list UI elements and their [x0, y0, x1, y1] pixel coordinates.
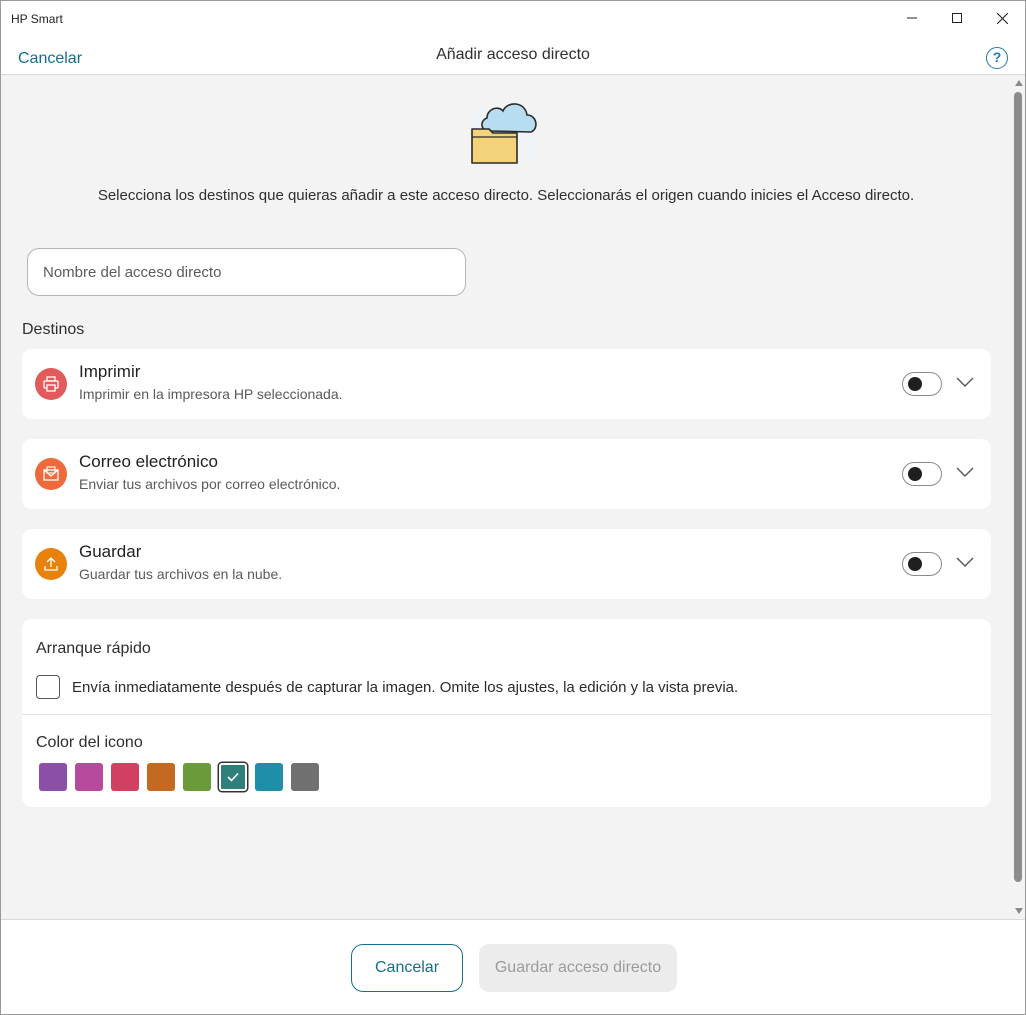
destination-card-email[interactable]: Correo electrónico Enviar tus archivos p…	[22, 439, 991, 509]
chevron-down-icon[interactable]	[956, 556, 974, 568]
destination-title: Correo electrónico	[79, 452, 218, 471]
destination-subtitle: Imprimir en la impresora HP seleccionada…	[79, 386, 343, 402]
cloud-folder-icon	[471, 103, 539, 164]
help-icon[interactable]: ?	[986, 47, 1008, 69]
printer-icon	[35, 368, 67, 400]
color-swatch[interactable]	[183, 763, 211, 791]
vertical-scrollbar[interactable]	[1011, 76, 1025, 919]
shortcut-name-input[interactable]	[27, 248, 466, 296]
page-title: Añadir acceso directo	[436, 46, 590, 63]
toggle-knob	[908, 377, 922, 391]
color-swatch[interactable]	[291, 763, 319, 791]
color-swatch[interactable]	[147, 763, 175, 791]
destination-card-print[interactable]: Imprimir Imprimir en la impresora HP sel…	[22, 349, 991, 419]
destination-subtitle: Enviar tus archivos por correo electróni…	[79, 476, 341, 492]
color-swatch[interactable]	[255, 763, 283, 791]
save-shortcut-button[interactable]: Guardar acceso directo	[479, 944, 677, 992]
dialog-footer: Cancelar Guardar acceso directo	[1, 919, 1025, 1014]
email-icon	[35, 458, 67, 490]
app-window: HP Smart Cancelar Añadir acceso directo …	[0, 0, 1026, 1015]
main-content: Selecciona los destinos que quieras añad…	[1, 76, 1011, 919]
icon-color-title: Color del icono	[36, 734, 143, 751]
toggle-knob	[908, 557, 922, 571]
cancel-button[interactable]: Cancelar	[351, 944, 463, 992]
destination-card-save[interactable]: Guardar Guardar tus archivos en la nube.	[22, 529, 991, 599]
minimize-icon	[907, 17, 917, 19]
print-toggle[interactable]	[902, 372, 942, 396]
destination-title: Imprimir	[79, 362, 141, 381]
maximize-icon	[952, 13, 962, 23]
upload-icon	[35, 548, 67, 580]
save-toggle[interactable]	[902, 552, 942, 576]
chevron-down-icon[interactable]	[956, 376, 974, 388]
quick-start-label: Envía inmediatamente después de capturar…	[72, 679, 739, 696]
maximize-button[interactable]	[934, 1, 980, 35]
app-title: HP Smart	[11, 12, 63, 26]
color-swatch[interactable]	[219, 763, 247, 791]
quick-start-title: Arranque rápido	[36, 640, 151, 657]
minimize-button[interactable]	[889, 1, 935, 35]
destination-title: Guardar	[79, 542, 142, 561]
title-bar: HP Smart	[1, 1, 1025, 35]
chevron-down-icon[interactable]	[956, 466, 974, 478]
close-icon	[996, 12, 1008, 24]
close-button[interactable]	[979, 1, 1025, 35]
scroll-down-arrow-icon[interactable]	[1015, 908, 1023, 914]
intro-text: Selecciona los destinos que quieras añad…	[97, 187, 915, 204]
destinations-label: Destinos	[22, 321, 85, 338]
quick-start-checkbox[interactable]	[36, 675, 60, 699]
toggle-knob	[908, 467, 922, 481]
dialog-header: Cancelar Añadir acceso directo ?	[1, 35, 1025, 75]
checkmark-icon	[227, 772, 239, 782]
color-swatch[interactable]	[111, 763, 139, 791]
scroll-up-arrow-icon[interactable]	[1015, 80, 1023, 86]
options-card: Arranque rápido Envía inmediatamente des…	[22, 619, 991, 807]
divider	[22, 714, 991, 715]
scroll-thumb[interactable]	[1014, 92, 1022, 882]
destination-subtitle: Guardar tus archivos en la nube.	[79, 566, 283, 582]
email-toggle[interactable]	[902, 462, 942, 486]
color-swatch[interactable]	[75, 763, 103, 791]
color-swatch[interactable]	[39, 763, 67, 791]
